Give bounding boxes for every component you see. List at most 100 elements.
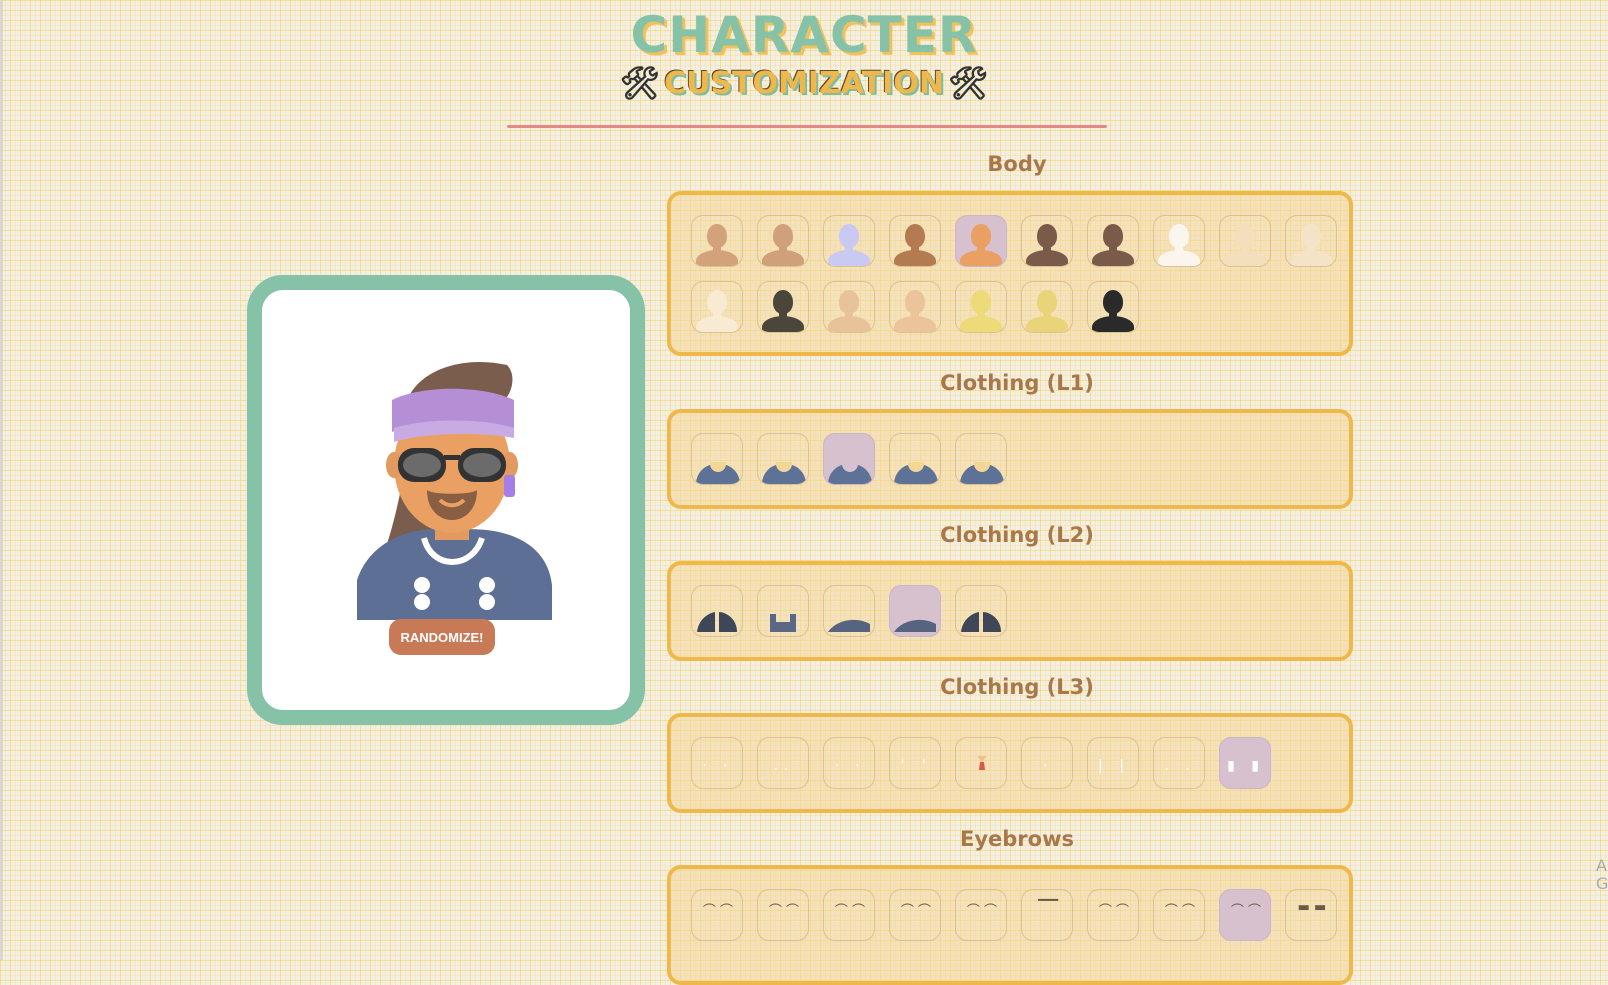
body-swatch-icon [1088, 216, 1138, 266]
body-option[interactable] [1285, 215, 1337, 267]
clothing-l3-option[interactable]: ▮ ▮ [1219, 737, 1271, 789]
eyebrows-options-grid: ⌒ ⌒ ⌒ ⌒ ⌒ ⌒ ⌒ ⌒ ⌒ ⌒ ▔▔ ⌒ ⌒ ⌒ ⌒ ⌒ ⌒ ▬ ▬ [691, 889, 1337, 941]
clothing-layer-icon [892, 614, 938, 636]
clothing-l2-option[interactable] [889, 585, 941, 637]
clothing-l1-options-panel [667, 409, 1353, 509]
shirt-icon [762, 462, 806, 484]
clothing-l2-options-panel [667, 561, 1353, 661]
eyebrows-option[interactable]: ⌒ ⌒ [1153, 889, 1205, 941]
tools-icon: 🛠 [947, 64, 989, 102]
page-subtitle-text: CUSTOMIZATION [664, 65, 944, 101]
eyebrows-option[interactable]: ⌒ ⌒ [757, 889, 809, 941]
body-swatch-icon [1154, 216, 1204, 266]
eyebrows-option[interactable]: ⌒ ⌒ [691, 889, 743, 941]
clothing-l3-option[interactable] [955, 737, 1007, 789]
body-option[interactable] [1021, 281, 1073, 333]
body-swatch-icon [956, 282, 1006, 332]
clothing-l3-options-grid: · ·.. · · ‘ ’ · | | . . ▮ ▮ [691, 737, 1337, 789]
body-swatch-icon [1022, 282, 1072, 332]
clothing-layer-icon [695, 610, 739, 636]
eyebrows-option[interactable]: ▬ ▬ [1285, 889, 1337, 941]
body-swatch-icon [758, 216, 808, 266]
eyebrows-option[interactable]: ⌒ ⌒ [823, 889, 875, 941]
clothing-l1-option[interactable] [889, 433, 941, 485]
page-title: CHARACTER [630, 6, 978, 64]
clothing-l3-option[interactable]: · [1021, 737, 1073, 789]
body-option[interactable] [889, 215, 941, 267]
clothing-l3-option[interactable]: .. [757, 737, 809, 789]
accessory-icon: · · [702, 758, 734, 774]
body-swatch-icon [1220, 216, 1270, 266]
body-swatch-icon [1022, 216, 1072, 266]
body-option[interactable] [1087, 215, 1139, 267]
shirt-icon [828, 462, 872, 484]
clothing-l1-option[interactable] [823, 433, 875, 485]
body-option[interactable] [1021, 215, 1073, 267]
clothing-l3-option[interactable]: | | [1087, 737, 1139, 789]
body-option[interactable] [1153, 215, 1205, 267]
eyebrows-option[interactable]: ⌒ ⌒ [889, 889, 941, 941]
body-swatch-icon [890, 282, 940, 332]
clothing-layer-icon [768, 610, 798, 636]
clothing-l2-option[interactable] [955, 585, 1007, 637]
randomize-button[interactable]: RANDOMIZE! [389, 619, 495, 655]
body-option[interactable] [691, 215, 743, 267]
body-option[interactable] [823, 215, 875, 267]
body-option[interactable] [1087, 281, 1139, 333]
clothing-l2-option[interactable] [691, 585, 743, 637]
accessory-icon [956, 754, 1006, 774]
body-option[interactable] [757, 281, 809, 333]
clothing-l1-options-grid [691, 433, 1337, 485]
shirt-icon [696, 462, 740, 484]
body-option[interactable] [955, 215, 1007, 267]
body-option[interactable] [955, 281, 1007, 333]
clothing-l1-option[interactable] [955, 433, 1007, 485]
accessory-icon: .. [773, 758, 795, 774]
tools-icon: 🛠 [619, 64, 661, 102]
body-swatch-icon [956, 216, 1006, 266]
section-title-body: Body [987, 152, 1047, 176]
body-swatch-icon [758, 282, 808, 332]
shirt-icon [960, 462, 1004, 484]
accessory-icon: · · [834, 758, 866, 774]
body-option[interactable] [1219, 215, 1271, 267]
clothing-l3-option[interactable]: · · [823, 737, 875, 789]
body-option[interactable] [823, 281, 875, 333]
eyebrows-icon: ⌒ ⌒ [768, 904, 800, 919]
body-option[interactable] [691, 281, 743, 333]
character-preview-card: RANDOMIZE! [247, 275, 645, 725]
clothing-l1-option[interactable] [691, 433, 743, 485]
page-subtitle: 🛠 CUSTOMIZATION 🛠 [0, 64, 1608, 102]
body-options-panel [667, 191, 1353, 356]
accessory-icon: . . [1164, 758, 1196, 774]
body-swatch-icon [1088, 282, 1138, 332]
eyebrows-icon: ⌒ ⌒ [1230, 904, 1262, 919]
clothing-layer-icon [959, 610, 1003, 636]
body-swatch-icon [824, 216, 874, 266]
eyebrows-option[interactable]: ⌒ ⌒ [1087, 889, 1139, 941]
body-swatch-icon [692, 216, 742, 266]
accessory-icon: | | [1098, 758, 1130, 774]
clothing-l1-option[interactable] [757, 433, 809, 485]
clothing-l3-option[interactable]: ‘ ’ [889, 737, 941, 789]
body-option[interactable] [757, 215, 809, 267]
eyebrows-option[interactable]: ⌒ ⌒ [1219, 889, 1271, 941]
eyebrows-icon: ▔▔ [1038, 900, 1058, 915]
body-option[interactable] [889, 281, 941, 333]
clothing-l3-option[interactable]: . . [1153, 737, 1205, 789]
character-avatar [357, 362, 552, 620]
section-title-clothing-l1: Clothing (L1) [940, 371, 1094, 395]
body-swatch-icon [1286, 216, 1336, 266]
body-options-grid [691, 215, 1337, 333]
clothing-l3-options-panel: · ·.. · · ‘ ’ · | | . . ▮ ▮ [667, 713, 1353, 813]
accessory-icon: ‘ ’ [900, 758, 932, 774]
clothing-l2-option[interactable] [757, 585, 809, 637]
eyebrows-option[interactable]: ⌒ ⌒ [955, 889, 1007, 941]
clothing-l2-option[interactable] [823, 585, 875, 637]
clothing-l3-option[interactable]: · · [691, 737, 743, 789]
shirt-icon [894, 462, 938, 484]
eyebrows-option[interactable]: ▔▔ [1021, 889, 1073, 941]
window-left-edge [0, 0, 3, 960]
section-title-eyebrows: Eyebrows [960, 827, 1074, 851]
eyebrows-icon: ⌒ ⌒ [1164, 904, 1196, 919]
